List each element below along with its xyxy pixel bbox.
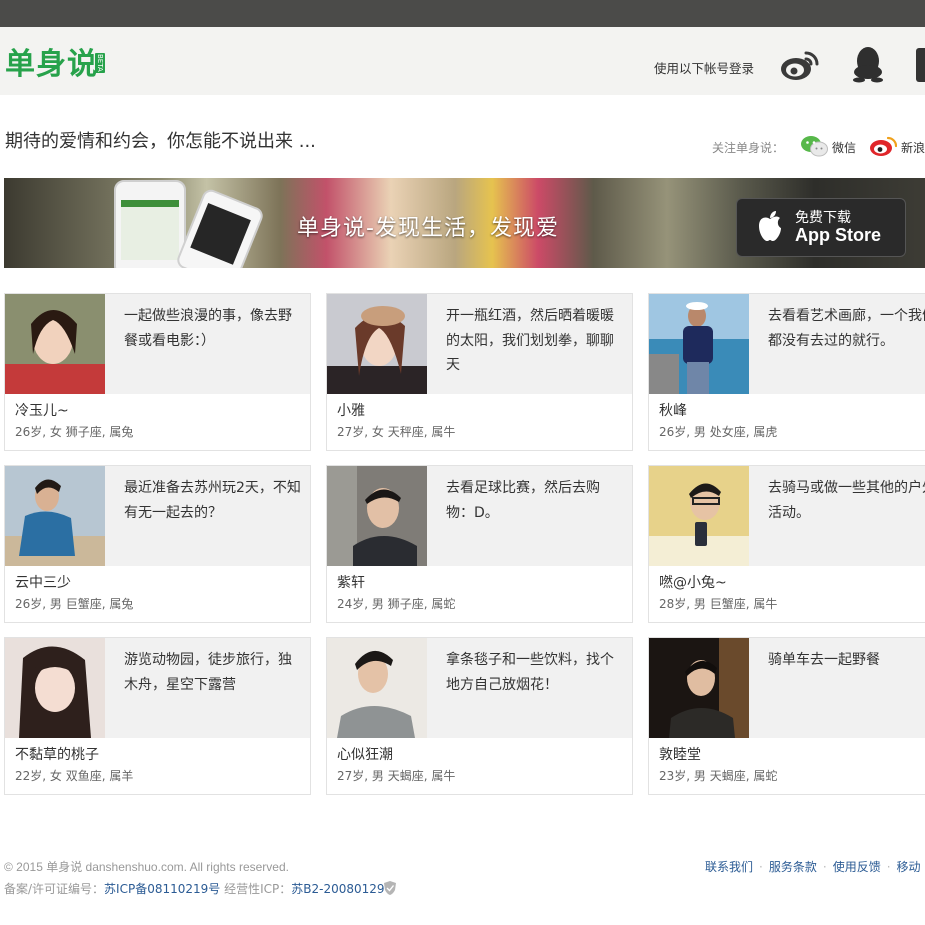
- profile-photo[interactable]: [5, 294, 105, 394]
- profile-name[interactable]: 敦睦堂: [659, 744, 701, 764]
- profile-card[interactable]: 开一瓶红酒，然后晒着暖暖的太阳，我们划划拳，聊聊天 小雅 27岁, 女 天秤座,…: [326, 293, 633, 451]
- profile-name[interactable]: 秋峰: [659, 400, 687, 420]
- footer-link-mobile[interactable]: 移动: [897, 860, 921, 874]
- profile-card[interactable]: 最近准备去苏州玩2天，不知有无一起去的？ 云中三少 26岁, 男 巨蟹座, 属兔: [4, 465, 311, 623]
- profile-photo[interactable]: [649, 466, 749, 566]
- appstore-subtitle: 免费下载: [795, 210, 851, 226]
- profile-info: 22岁, 女 双鱼座, 属羊: [15, 769, 134, 783]
- profile-quote: 游览动物园，徒步旅行，独木舟，星空下露营: [124, 652, 292, 693]
- site-header: 单身说 BETA 使用以下帐号登录: [0, 27, 925, 95]
- profile-quote: 去看看艺术画廊，一个我们都没有去过的就行。: [768, 308, 925, 349]
- page-tagline: 期待的爱情和约会，你怎能不说出来 ...: [5, 131, 316, 152]
- profile-info: 23岁, 男 天蝎座, 属蛇: [659, 769, 778, 783]
- profile-card[interactable]: 一起做些浪漫的事，像去野餐或看电影：） 冷玉儿~ 26岁, 女 狮子座, 属兔: [4, 293, 311, 451]
- business-icp-label: 经营性ICP：: [224, 882, 292, 896]
- profile-info: 27岁, 男 天蝎座, 属牛: [337, 769, 456, 783]
- profile-photo[interactable]: [5, 466, 105, 566]
- sina-link[interactable]: 新浪: [901, 139, 925, 156]
- footer-link-terms[interactable]: 服务条款: [769, 860, 817, 874]
- profile-photo[interactable]: [649, 294, 749, 394]
- shield-icon[interactable]: [383, 880, 397, 896]
- login-prompt: 使用以下帐号登录: [654, 61, 755, 76]
- weibo-icon[interactable]: [779, 47, 819, 83]
- icp-number-link[interactable]: 苏ICP备08110219号: [104, 882, 220, 896]
- profile-photo[interactable]: [327, 638, 427, 738]
- profile-quote: 去看足球比赛，然后去购物：D。: [446, 480, 600, 521]
- phone-mockup-image: [114, 180, 186, 268]
- profile-card[interactable]: 拿条毯子和一些饮料，找个地方自己放烟花！ 心似狂潮 27岁, 男 天蝎座, 属牛: [326, 637, 633, 795]
- profile-name[interactable]: 小雅: [337, 400, 365, 420]
- profile-card[interactable]: 去骑马或做一些其他的户外活动。 嘫@小兔~ 28岁, 男 巨蟹座, 属牛: [648, 465, 925, 623]
- profile-name[interactable]: 紫轩: [337, 572, 365, 592]
- profile-info: 26岁, 男 处女座, 属虎: [659, 425, 778, 439]
- qq-icon[interactable]: [850, 45, 886, 83]
- profile-info: 26岁, 女 狮子座, 属兔: [15, 425, 134, 439]
- business-icp-link[interactable]: 苏B2-20080129: [291, 882, 384, 896]
- top-bar: [0, 0, 925, 27]
- profile-info: 24岁, 男 狮子座, 属蛇: [337, 597, 456, 611]
- app-download-banner[interactable]: 单身说-发现生活，发现爱 免费下载 App Store: [4, 178, 925, 268]
- footer-link-contact[interactable]: 联系我们: [705, 860, 753, 874]
- apple-icon: [759, 211, 781, 241]
- footer-link-feedback[interactable]: 使用反馈: [833, 860, 881, 874]
- profile-quote: 开一瓶红酒，然后晒着暖暖的太阳，我们划划拳，聊聊天: [446, 308, 614, 373]
- phone-mockup-image: [174, 187, 266, 268]
- profile-photo[interactable]: [649, 638, 749, 738]
- profile-quote: 最近准备去苏州玩2天，不知有无一起去的？: [124, 480, 301, 521]
- beta-badge: BETA: [95, 53, 105, 73]
- profile-quote: 拿条毯子和一些饮料，找个地方自己放烟花！: [446, 652, 614, 693]
- profile-card[interactable]: 去看足球比赛，然后去购物：D。 紫轩 24岁, 男 狮子座, 属蛇: [326, 465, 633, 623]
- profile-name[interactable]: 不黏草的桃子: [15, 744, 99, 764]
- profile-name[interactable]: 云中三少: [15, 572, 71, 592]
- profile-quote: 去骑马或做一些其他的户外活动。: [768, 480, 925, 521]
- footer-links: 联系我们 · 服务条款 · 使用反馈 · 移动: [705, 860, 921, 874]
- profile-card[interactable]: 去看看艺术画廊，一个我们都没有去过的就行。 秋峰 26岁, 男 处女座, 属虎: [648, 293, 925, 451]
- footer-copyright: © 2015 单身说 danshenshuo.com. All rights r…: [4, 860, 289, 874]
- profile-name[interactable]: 心似狂潮: [337, 744, 393, 764]
- app-store-button[interactable]: 免费下载 App Store: [736, 198, 906, 257]
- appstore-title: App Store: [795, 225, 882, 245]
- profile-photo[interactable]: [327, 294, 427, 394]
- wechat-link[interactable]: 微信: [832, 139, 856, 156]
- profile-info: 27岁, 女 天秤座, 属牛: [337, 425, 456, 439]
- profile-photo[interactable]: [5, 638, 105, 738]
- follow-label: 关注单身说：: [712, 141, 785, 155]
- profile-name[interactable]: 嘫@小兔~: [659, 572, 727, 592]
- banner-title: 单身说-发现生活，发现爱: [297, 216, 559, 241]
- site-logo[interactable]: 单身说: [5, 47, 98, 83]
- profile-name[interactable]: 冷玉儿~: [15, 400, 69, 420]
- profile-quote: 骑单车去一起野餐: [768, 652, 880, 668]
- douban-icon[interactable]: [916, 48, 925, 82]
- sina-weibo-icon[interactable]: [869, 135, 897, 157]
- icp-label: 备案/许可证编号：: [4, 882, 105, 896]
- profile-card[interactable]: 骑单车去一起野餐 敦睦堂 23岁, 男 天蝎座, 属蛇: [648, 637, 925, 795]
- profile-photo[interactable]: [327, 466, 427, 566]
- wechat-icon[interactable]: [800, 135, 828, 157]
- profile-quote: 一起做些浪漫的事，像去野餐或看电影：）: [124, 308, 292, 349]
- profile-info: 26岁, 男 巨蟹座, 属兔: [15, 597, 134, 611]
- footer-icp: 备案/许可证编号：苏ICP备08110219号 经营性ICP：苏B2-20080…: [4, 880, 385, 897]
- profile-card[interactable]: 游览动物园，徒步旅行，独木舟，星空下露营 不黏草的桃子 22岁, 女 双鱼座, …: [4, 637, 311, 795]
- profile-info: 28岁, 男 巨蟹座, 属牛: [659, 597, 778, 611]
